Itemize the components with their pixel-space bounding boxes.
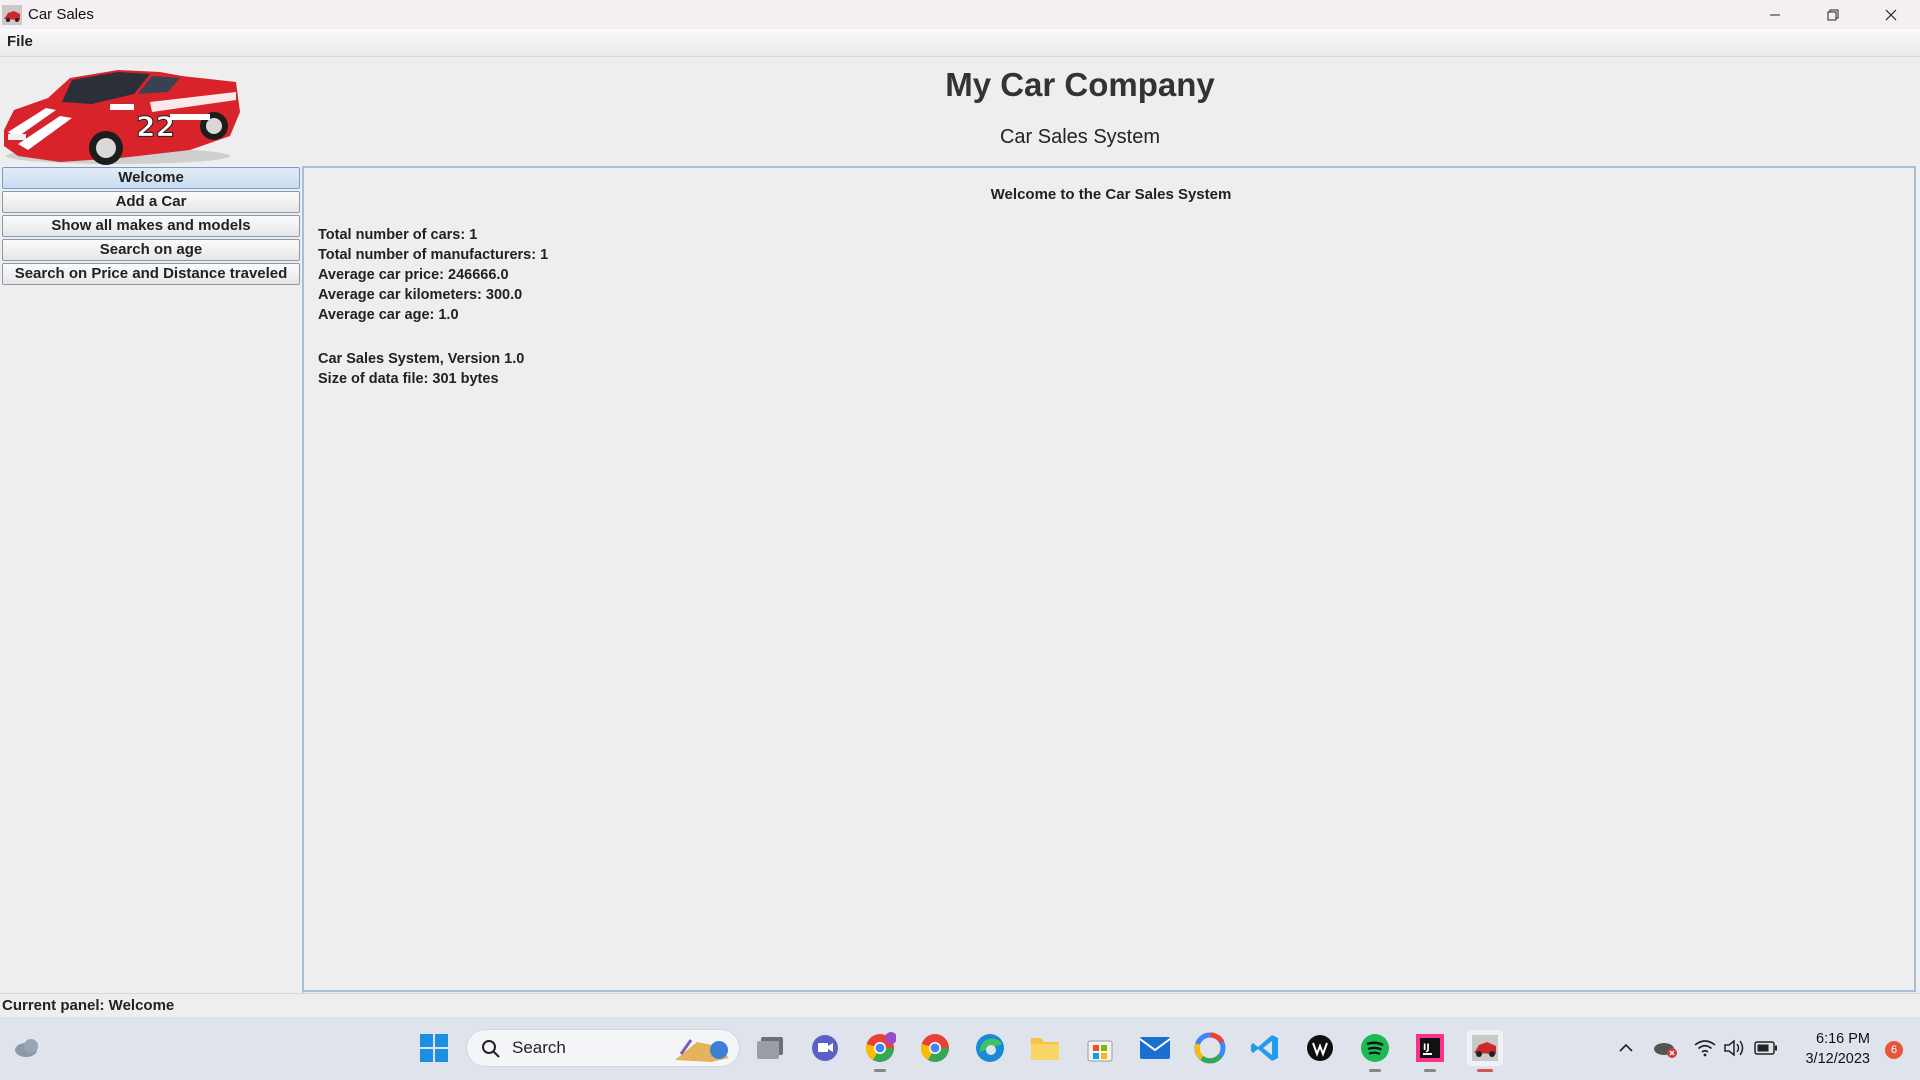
data-file-size-text: Size of data file: 301 bytes bbox=[318, 371, 499, 387]
spotify-icon bbox=[1361, 1034, 1389, 1062]
chat-icon bbox=[812, 1035, 838, 1061]
search-icon bbox=[482, 1040, 500, 1058]
teams-chat-button[interactable] bbox=[807, 1030, 843, 1066]
close-button[interactable] bbox=[1862, 0, 1920, 29]
stat-total-cars: Total number of cars: 1 bbox=[318, 227, 478, 243]
nav-add-car-button[interactable]: Add a Car bbox=[2, 191, 300, 213]
menu-bar: File bbox=[0, 29, 1920, 57]
google-icon bbox=[1194, 1032, 1226, 1064]
notification-badge[interactable]: 6 bbox=[1885, 1041, 1903, 1059]
taskbar: Search IJ 6:16 PM 3/12/2023 6 bbox=[0, 1017, 1920, 1080]
search-highlight-icon bbox=[675, 1039, 729, 1062]
edge-icon bbox=[976, 1034, 1004, 1062]
wifi-icon bbox=[1694, 1040, 1716, 1057]
nav-show-makes-models-button[interactable]: Show all makes and models bbox=[2, 215, 300, 237]
menu-file[interactable]: File bbox=[7, 33, 33, 50]
intellij-button[interactable]: IJ bbox=[1412, 1030, 1448, 1072]
task-view-button[interactable] bbox=[752, 1030, 788, 1066]
version-text: Car Sales System, Version 1.0 bbox=[318, 351, 525, 367]
status-bar: Current panel: Welcome bbox=[0, 993, 1920, 1018]
stats-block: Total number of cars: 1 Total number of … bbox=[318, 225, 548, 389]
chrome-icon bbox=[865, 1032, 896, 1062]
stat-average-kilometers: Average car kilometers: 300.0 bbox=[318, 287, 523, 303]
app-icon bbox=[2, 4, 22, 25]
welcome-panel: Welcome to the Car Sales System Total nu… bbox=[302, 166, 1916, 992]
chrome-icon bbox=[920, 1034, 949, 1062]
stat-average-price: Average car price: 246666.0 bbox=[318, 267, 509, 283]
stat-average-age: Average car age: 1.0 bbox=[318, 307, 459, 323]
restore-button[interactable] bbox=[1804, 0, 1862, 29]
store-icon bbox=[1087, 1040, 1113, 1062]
task-view-icon bbox=[757, 1037, 783, 1059]
mail-button[interactable] bbox=[1137, 1030, 1173, 1066]
svg-text:IJ: IJ bbox=[1423, 1043, 1430, 1053]
clock-date: 3/12/2023 bbox=[1805, 1051, 1870, 1067]
weather-widget[interactable] bbox=[10, 1030, 46, 1066]
cloud-icon bbox=[15, 1039, 38, 1057]
system-subtitle: Car Sales System bbox=[999, 126, 1161, 148]
nav-welcome-button[interactable]: Welcome bbox=[2, 167, 300, 189]
battery-icon bbox=[1754, 1041, 1777, 1055]
google-button[interactable] bbox=[1192, 1030, 1228, 1066]
panel-heading: Welcome to the Car Sales System bbox=[990, 186, 1232, 203]
nav-search-price-distance-button[interactable]: Search on Price and Distance traveled bbox=[2, 263, 300, 285]
minimize-icon bbox=[1770, 14, 1780, 15]
taskbar-search-label: Search bbox=[512, 1038, 566, 1057]
car-sales-app-icon bbox=[1472, 1035, 1498, 1061]
store-button[interactable] bbox=[1082, 1030, 1118, 1066]
sidebar-nav: Welcome Add a Car Show all makes and mod… bbox=[0, 167, 304, 993]
app-button[interactable] bbox=[1302, 1030, 1338, 1066]
windows-logo-icon bbox=[420, 1034, 448, 1062]
minimize-button[interactable] bbox=[1746, 0, 1804, 29]
company-title: My Car Company bbox=[945, 66, 1215, 103]
taskbar-search-box[interactable]: Search bbox=[466, 1029, 740, 1067]
mail-icon bbox=[1139, 1037, 1171, 1059]
status-text: Current panel: Welcome bbox=[2, 997, 175, 1014]
volume-icon bbox=[1724, 1039, 1744, 1057]
nav-search-age-button[interactable]: Search on age bbox=[2, 239, 300, 261]
start-button[interactable] bbox=[416, 1030, 452, 1066]
vscode-button[interactable] bbox=[1247, 1030, 1283, 1066]
window-title: Car Sales bbox=[28, 6, 94, 23]
app-icon bbox=[1307, 1035, 1333, 1061]
intellij-icon: IJ bbox=[1416, 1034, 1444, 1062]
file-explorer-button[interactable] bbox=[1027, 1030, 1063, 1066]
spotify-button[interactable] bbox=[1357, 1030, 1393, 1072]
onedrive-status-button[interactable] bbox=[1647, 1030, 1683, 1066]
taskbar-clock[interactable]: 6:16 PM 3/12/2023 bbox=[1805, 1029, 1870, 1069]
chrome-button[interactable] bbox=[917, 1030, 953, 1066]
battery-button[interactable] bbox=[1748, 1030, 1784, 1066]
title-bar: Car Sales bbox=[0, 0, 1920, 29]
header: 22 My Car Company Car Sales System bbox=[0, 57, 1920, 165]
cloud-error-icon bbox=[1654, 1043, 1677, 1058]
chevron-up-icon bbox=[1619, 1043, 1633, 1052]
vscode-icon bbox=[1251, 1035, 1278, 1061]
clock-time: 6:16 PM bbox=[1816, 1031, 1870, 1047]
folder-icon bbox=[1031, 1038, 1059, 1060]
edge-button[interactable] bbox=[972, 1030, 1008, 1066]
close-icon bbox=[1885, 9, 1897, 20]
show-hidden-icons-button[interactable] bbox=[1608, 1030, 1644, 1066]
car-sales-taskbar-button[interactable] bbox=[1467, 1030, 1503, 1072]
chrome-profile-button[interactable] bbox=[862, 1030, 898, 1072]
stat-total-manufacturers: Total number of manufacturers: 1 bbox=[318, 247, 549, 263]
restore-icon bbox=[1827, 9, 1839, 20]
